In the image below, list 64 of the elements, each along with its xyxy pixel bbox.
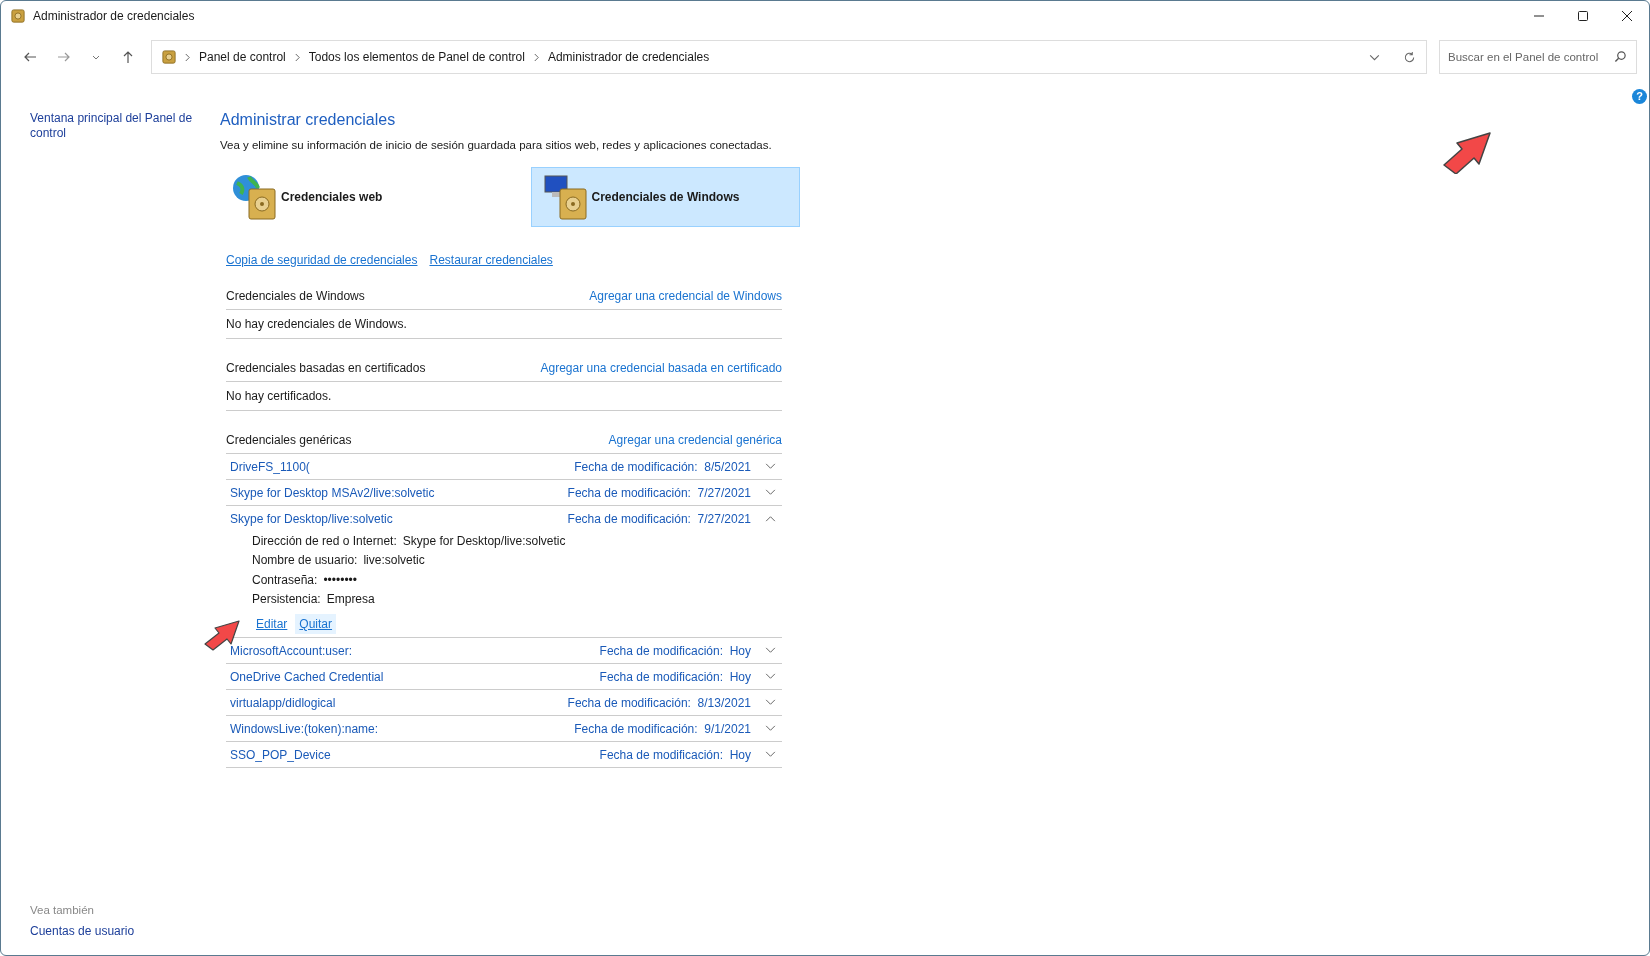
detail-value: Skype for Desktop/live:solvetic [402, 533, 566, 548]
detail-label: Nombre de usuario: [252, 553, 358, 568]
globe-safe-icon [231, 173, 279, 221]
chevron-right-icon [184, 52, 191, 62]
empty-message: No hay credenciales de Windows. [226, 317, 407, 331]
section-title: Credenciales de Windows [226, 289, 365, 303]
credential-action-link[interactable]: Quitar [295, 614, 337, 634]
credential-type-tile[interactable]: Credenciales de Windows [530, 167, 800, 227]
sidebar-link[interactable]: Ventana principal del Panel de control [30, 111, 220, 141]
safe-icon [11, 9, 25, 23]
action-link[interactable]: Copia de seguridad de credenciales [226, 253, 418, 267]
window-title: Administrador de credenciales [33, 9, 195, 23]
credential-row[interactable]: DriveFS_1100( Fecha de modificación: 8/5/2021 [226, 454, 782, 479]
credential-row[interactable]: WindowsLive:(token):name: Fecha de modificación: 9/1/2021 [226, 716, 782, 741]
see-also-link[interactable]: Cuentas de usuario [30, 924, 220, 939]
breadcrumb[interactable]: Administrador de credenciales [547, 50, 710, 64]
chevron-down-icon [765, 699, 776, 706]
back-arrow-icon[interactable] [23, 50, 37, 64]
empty-message: No hay certificados. [226, 389, 332, 403]
monitor-safe-icon [541, 173, 590, 221]
credential-row[interactable]: SSO_POP_Device Fecha de modificación: Hoy [226, 742, 782, 767]
page-description: Vea y elimine su información de inicio de sesión guardada para sitios web, redes y aplicaciones conectadas. [220, 139, 773, 151]
chevron-down-icon [765, 751, 776, 758]
credential-row[interactable]: Skype for Desktop MSAv2/live:solvetic Fecha de modificación: 7/27/2021 [226, 480, 782, 505]
detail-label: Dirección de red o Internet: [252, 533, 397, 548]
detail-value: •••••••• [323, 572, 357, 587]
see-also-label: Vea también [30, 904, 95, 916]
detail-label: Persistencia: [252, 592, 321, 607]
close-icon[interactable] [1621, 10, 1633, 22]
detail-label: Contraseña: [252, 572, 318, 587]
add-credential-link[interactable]: Agregar una credencial genérica [608, 433, 782, 447]
credential-row[interactable]: MicrosoftAccount:user: Fecha de modificación: Hoy [226, 638, 782, 663]
credential-action-link[interactable]: Editar [252, 614, 292, 634]
safe-icon [162, 50, 176, 64]
breadcrumb[interactable]: Todos los elementos de Panel de control [308, 50, 525, 64]
section-title: Credenciales genéricas [226, 433, 352, 447]
search-icon [1614, 50, 1627, 63]
credential-type-tile[interactable]: Credenciales web [220, 167, 490, 227]
help-button[interactable]: ? [1632, 89, 1647, 104]
search-field[interactable]: Buscar en el Panel de control [1439, 40, 1637, 74]
forward-arrow-icon[interactable] [57, 50, 71, 64]
chevron-down-icon [765, 647, 776, 654]
chevron-up-icon [765, 515, 776, 522]
detail-value: live:solvetic [363, 553, 425, 568]
detail-value: Empresa [326, 592, 375, 607]
credential-row[interactable]: virtualapp/didlogical Fecha de modificación: 8/13/2021 [226, 690, 782, 715]
action-link[interactable]: Restaurar credenciales [429, 253, 553, 267]
section-title: Credenciales basadas en certificados [226, 361, 426, 375]
breadcrumb[interactable]: Panel de control [199, 50, 286, 64]
up-arrow-icon[interactable] [121, 50, 135, 64]
maximize-icon[interactable] [1577, 10, 1589, 22]
address-bar[interactable]: Panel de control Todos los elementos de Panel de control Administrador de credenciales [151, 40, 1427, 74]
chevron-right-icon [532, 52, 540, 62]
add-credential-link[interactable]: Agregar una credencial basada en certificado [540, 361, 782, 375]
chevron-down-icon [765, 673, 776, 680]
add-credential-link[interactable]: Agregar una credencial de Windows [589, 289, 782, 303]
chevron-down-icon [765, 725, 776, 732]
refresh-icon[interactable] [1403, 50, 1416, 64]
credential-row[interactable]: Skype for Desktop/live:solvetic Fecha de modificación: 7/27/2021 [226, 506, 782, 531]
chevron-right-icon [293, 52, 301, 62]
credential-row[interactable]: OneDrive Cached Credential Fecha de modificación: Hoy [226, 664, 782, 689]
chevron-down-icon [765, 463, 776, 470]
chevron-down-icon [765, 489, 776, 496]
page-title: Administrar credenciales [220, 111, 397, 129]
